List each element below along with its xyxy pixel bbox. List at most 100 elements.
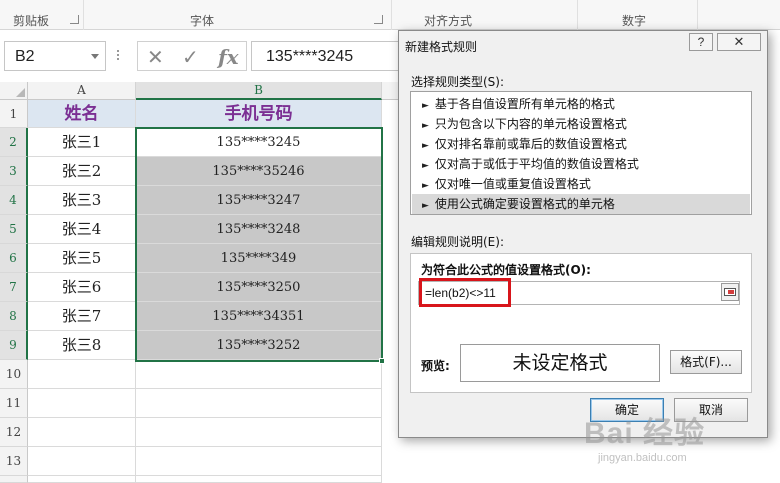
row-header[interactable]: 11 — [0, 389, 28, 418]
enter-icon[interactable]: ✓ — [182, 45, 199, 69]
select-all-corner[interactable] — [0, 82, 28, 100]
row-header[interactable]: 9 — [0, 331, 28, 360]
rule-type-label: 选择规则类型(S): — [411, 75, 505, 89]
column-header-c[interactable] — [382, 82, 398, 100]
name-cell[interactable]: 张三4 — [28, 215, 136, 244]
dialog-launcher-icon[interactable] — [70, 15, 79, 24]
name-cell[interactable]: 张三8 — [28, 331, 136, 360]
empty-cell[interactable] — [28, 360, 136, 389]
row-header[interactable]: 4 — [0, 186, 28, 215]
column-header-b[interactable]: B — [136, 82, 382, 100]
empty-cell[interactable] — [136, 418, 382, 447]
empty-cell[interactable] — [136, 360, 382, 389]
header-cell-name[interactable]: 姓名 — [28, 100, 136, 128]
row-header[interactable]: 3 — [0, 157, 28, 186]
triangle-right-icon: ► — [422, 161, 429, 171]
cancel-icon[interactable]: ✕ — [147, 45, 164, 69]
close-button[interactable]: ✕ — [717, 33, 761, 51]
rule-type-text: 仅对唯一值或重复值设置格式 — [434, 177, 591, 191]
fill-handle[interactable] — [379, 358, 385, 364]
row-header[interactable]: 2 — [0, 128, 28, 157]
phone-cell[interactable]: 135****3252 — [136, 331, 382, 360]
new-format-rule-dialog: 新建格式规则 ? ✕ 选择规则类型(S): ► 基于各自值设置所有单元格的格式 ►… — [398, 30, 768, 438]
triangle-right-icon: ► — [422, 121, 429, 131]
column-header-a[interactable]: A — [28, 82, 136, 100]
empty-cell[interactable] — [136, 447, 382, 476]
triangle-right-icon: ► — [422, 181, 429, 191]
name-cell[interactable]: 张三2 — [28, 157, 136, 186]
watermark-logo: Bai 经验 — [584, 417, 706, 450]
rule-type-item[interactable]: ► 基于各自值设置所有单元格的格式 — [412, 94, 750, 114]
formula-input-value: 135****3245 — [266, 48, 354, 65]
ribbon-group-alignment: 对齐方式 — [392, 0, 578, 30]
empty-cell[interactable] — [28, 418, 136, 447]
empty-cell[interactable] — [136, 476, 382, 483]
format-button[interactable]: 格式(F)... — [670, 350, 742, 374]
ribbon-group-label: 字体 — [190, 14, 215, 28]
phone-cell[interactable]: 135****3247 — [136, 186, 382, 215]
rule-type-item[interactable]: ► 仅对高于或低于平均值的数值设置格式 — [412, 154, 750, 174]
ribbon-group-label: 剪贴板 — [13, 14, 50, 28]
baidu-jingyan-watermark: Bai 经验 jingyan.baidu.com — [584, 408, 774, 472]
rule-type-text: 基于各自值设置所有单元格的格式 — [434, 97, 615, 111]
collapse-dialog-icon[interactable] — [721, 283, 739, 301]
rule-type-item[interactable]: ► 仅对唯一值或重复值设置格式 — [412, 174, 750, 194]
name-box-value: B2 — [15, 48, 35, 65]
empty-cell[interactable] — [136, 389, 382, 418]
watermark-url: jingyan.baidu.com — [598, 452, 687, 464]
formula-bar-buttons: ✕ ✓ fx — [137, 41, 247, 71]
rule-type-item[interactable]: ► 只为包含以下内容的单元格设置格式 — [412, 114, 750, 134]
row-header[interactable]: 7 — [0, 273, 28, 302]
ribbon-group-number: 数字 — [578, 0, 698, 30]
triangle-right-icon: ► — [422, 141, 429, 151]
rule-type-text: 使用公式确定要设置格式的单元格 — [434, 197, 615, 211]
rule-type-text: 只为包含以下内容的单元格设置格式 — [434, 117, 627, 131]
dialog-title: 新建格式规则 — [405, 40, 478, 54]
formula-bar-resize-handle[interactable] — [116, 48, 120, 64]
empty-cell[interactable] — [28, 476, 136, 483]
formula-input[interactable]: 135****3245 — [251, 41, 401, 71]
row-header[interactable]: 14 — [0, 476, 28, 483]
help-button[interactable]: ? — [689, 33, 713, 51]
name-cell[interactable]: 张三5 — [28, 244, 136, 273]
ribbon-group-strip: 剪贴板 字体 对齐方式 数字 — [0, 0, 780, 30]
row-header[interactable]: 12 — [0, 418, 28, 447]
ribbon-group-label: 数字 — [622, 14, 647, 28]
name-cell[interactable]: 张三3 — [28, 186, 136, 215]
triangle-right-icon: ► — [422, 201, 429, 211]
phone-cell[interactable]: 135****3248 — [136, 215, 382, 244]
rule-type-text: 仅对高于或低于平均值的数值设置格式 — [434, 157, 639, 171]
row-header[interactable]: 6 — [0, 244, 28, 273]
name-cell[interactable]: 张三7 — [28, 302, 136, 331]
dialog-launcher-icon[interactable] — [374, 15, 383, 24]
row-header[interactable]: 1 — [0, 100, 28, 128]
format-preview: 未设定格式 — [460, 344, 660, 382]
chevron-down-icon[interactable] — [91, 54, 99, 59]
phone-cell[interactable]: 135****34351 — [136, 302, 382, 331]
formula-label: 为符合此公式的值设置格式(O): — [421, 263, 591, 277]
row-header[interactable]: 13 — [0, 447, 28, 476]
rule-type-item[interactable]: ► 仅对排名靠前或靠后的数值设置格式 — [412, 134, 750, 154]
row-header[interactable]: 5 — [0, 215, 28, 244]
row-header[interactable]: 8 — [0, 302, 28, 331]
ribbon-group-clipboard: 剪贴板 — [0, 0, 84, 30]
empty-cell[interactable] — [28, 389, 136, 418]
rule-type-list[interactable]: ► 基于各自值设置所有单元格的格式 ► 只为包含以下内容的单元格设置格式 ► 仅对排名… — [410, 91, 752, 215]
triangle-right-icon: ► — [422, 101, 429, 111]
header-cell-phone[interactable]: 手机号码 — [136, 100, 382, 128]
empty-cell[interactable] — [28, 447, 136, 476]
rule-type-text: 仅对排名靠前或靠后的数值设置格式 — [434, 137, 627, 151]
ribbon-group-font: 字体 — [84, 0, 392, 30]
name-cell[interactable]: 张三6 — [28, 273, 136, 302]
phone-cell[interactable]: 135****35246 — [136, 157, 382, 186]
phone-cell[interactable]: 135****3250 — [136, 273, 382, 302]
rule-type-item-selected[interactable]: ► 使用公式确定要设置格式的单元格 — [412, 194, 750, 214]
phone-cell[interactable]: 135****349 — [136, 244, 382, 273]
phone-cell[interactable]: 135****3245 — [136, 128, 382, 157]
insert-function-icon[interactable]: fx — [218, 45, 239, 69]
name-cell[interactable]: 张三1 — [28, 128, 136, 157]
name-box[interactable]: B2 — [4, 41, 106, 71]
preview-label: 预览: — [421, 359, 450, 373]
row-header[interactable]: 10 — [0, 360, 28, 389]
formula-highlight-box — [419, 278, 511, 307]
